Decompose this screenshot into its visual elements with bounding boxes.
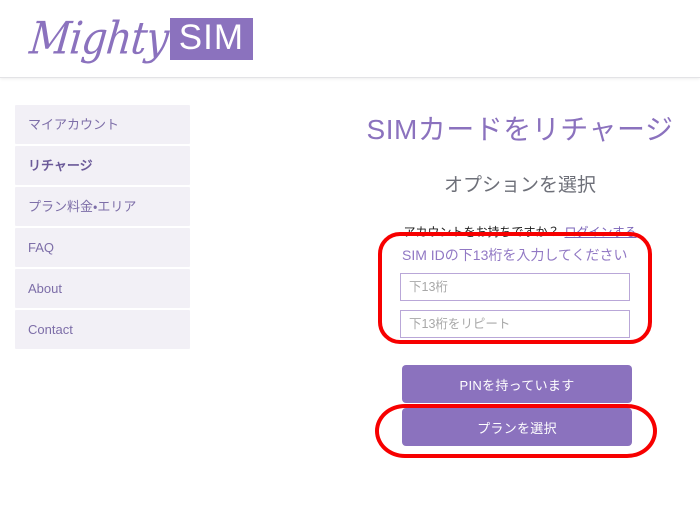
sidebar-nav: マイアカウント リチャージ プラン料金・エリア FAQ About Contac… bbox=[15, 105, 190, 351]
sidebar-item-plans-pricing-area[interactable]: プラン料金・エリア bbox=[15, 187, 190, 226]
sidebar-item-my-account[interactable]: マイアカウント bbox=[15, 105, 190, 144]
sidebar-item-label: プラン料金・エリア bbox=[28, 199, 137, 214]
sim-id-repeat-input[interactable] bbox=[400, 310, 630, 338]
sidebar-item-label: Contact bbox=[28, 322, 73, 337]
sidebar-item-contact[interactable]: Contact bbox=[15, 310, 190, 349]
sidebar-item-label: リチャージ bbox=[28, 158, 93, 173]
sidebar-item-label: About bbox=[28, 281, 62, 296]
logo-wordmark-mighty: Mighty bbox=[27, 13, 171, 65]
sim-id-form-group: SIM IDの下13桁を入力してください bbox=[400, 245, 650, 347]
sidebar-item-recharge[interactable]: リチャージ bbox=[15, 146, 190, 185]
logo-badge-sim: SIM bbox=[169, 17, 254, 61]
sidebar-item-label: FAQ bbox=[28, 240, 55, 255]
page-title: SIMカードをリチャージ bbox=[366, 114, 674, 145]
page-subtitle: オプションを選択 bbox=[443, 175, 596, 196]
account-prompt: アカウントをお持ちですか？ ログインする bbox=[340, 223, 700, 240]
sidebar-item-about[interactable]: About bbox=[15, 269, 190, 308]
sidebar-item-label: マイアカウント bbox=[28, 117, 120, 132]
sim-id-input[interactable] bbox=[400, 273, 630, 301]
site-header: Mighty SIM bbox=[0, 0, 700, 78]
sim-id-label: SIM IDの下13桁を入力してください bbox=[402, 247, 628, 263]
sidebar-item-faq[interactable]: FAQ bbox=[15, 228, 190, 267]
account-question-text: アカウントをお持ちですか？ bbox=[403, 225, 560, 239]
have-pin-button[interactable]: PINを持っています bbox=[402, 365, 632, 403]
recharge-panel: SIMカードをリチャージ オプションを選択 アカウントをお持ちですか？ ログインす… bbox=[340, 90, 700, 446]
brand-logo[interactable]: Mighty SIM bbox=[27, 10, 254, 68]
select-plan-button[interactable]: プランを選択 bbox=[402, 408, 632, 446]
login-link[interactable]: ログインする bbox=[565, 225, 637, 239]
